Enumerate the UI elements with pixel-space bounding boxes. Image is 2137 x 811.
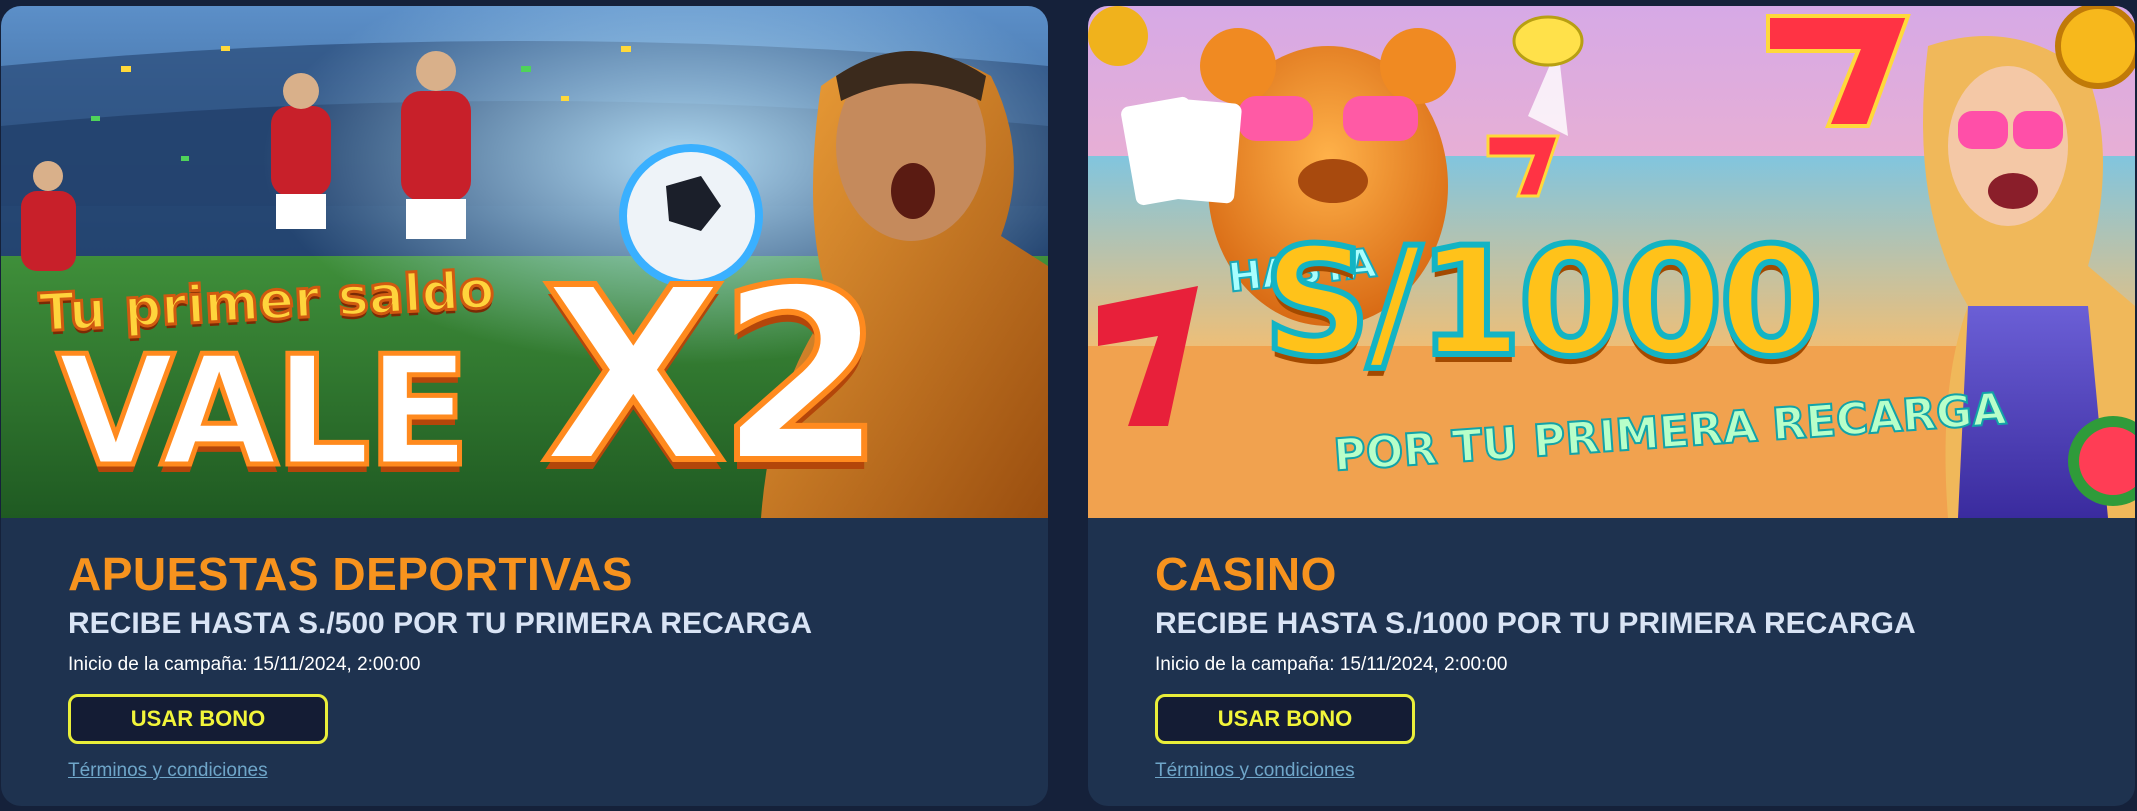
promo-card-casino: HASTA S/1000 POR TU PRIMERA RECARGA CASI…: [1088, 6, 2135, 806]
banner-text-line3: X2: [538, 236, 888, 516]
promo-category-title: APUESTAS DEPORTIVAS: [68, 548, 633, 600]
promo-category-title: CASINO: [1155, 548, 1337, 600]
campaign-start-date: Inicio de la campaña: 15/11/2024, 2:00:0…: [68, 654, 421, 675]
banner-text-line2: S/1000: [1260, 216, 1826, 390]
terms-link[interactable]: Términos y condiciones: [68, 760, 268, 782]
promo-info: APUESTAS DEPORTIVAS RECIBE HASTA S./500 …: [68, 546, 1018, 782]
sports-banner-image[interactable]: Tu primer saldo VALE X2: [1, 6, 1048, 518]
promo-info: CASINO RECIBE HASTA S./1000 POR TU PRIME…: [1155, 546, 2105, 782]
use-bonus-button[interactable]: USAR BONO: [1155, 694, 1415, 744]
campaign-start-date: Inicio de la campaña: 15/11/2024, 2:00:0…: [1155, 654, 1508, 675]
promo-headline: RECIBE HASTA S./500 POR TU PRIMERA RECAR…: [68, 607, 812, 640]
banner-text-line2: VALE: [55, 323, 474, 500]
promotions-page: Tu primer saldo VALE X2 APUESTAS DEPORTI…: [0, 0, 2137, 811]
use-bonus-button[interactable]: USAR BONO: [68, 694, 328, 744]
terms-link[interactable]: Términos y condiciones: [1155, 760, 1355, 782]
promo-headline: RECIBE HASTA S./1000 POR TU PRIMERA RECA…: [1155, 607, 1916, 640]
casino-banner-image[interactable]: HASTA S/1000 POR TU PRIMERA RECARGA: [1088, 6, 2135, 518]
promo-card-sports: Tu primer saldo VALE X2 APUESTAS DEPORTI…: [1, 6, 1048, 806]
